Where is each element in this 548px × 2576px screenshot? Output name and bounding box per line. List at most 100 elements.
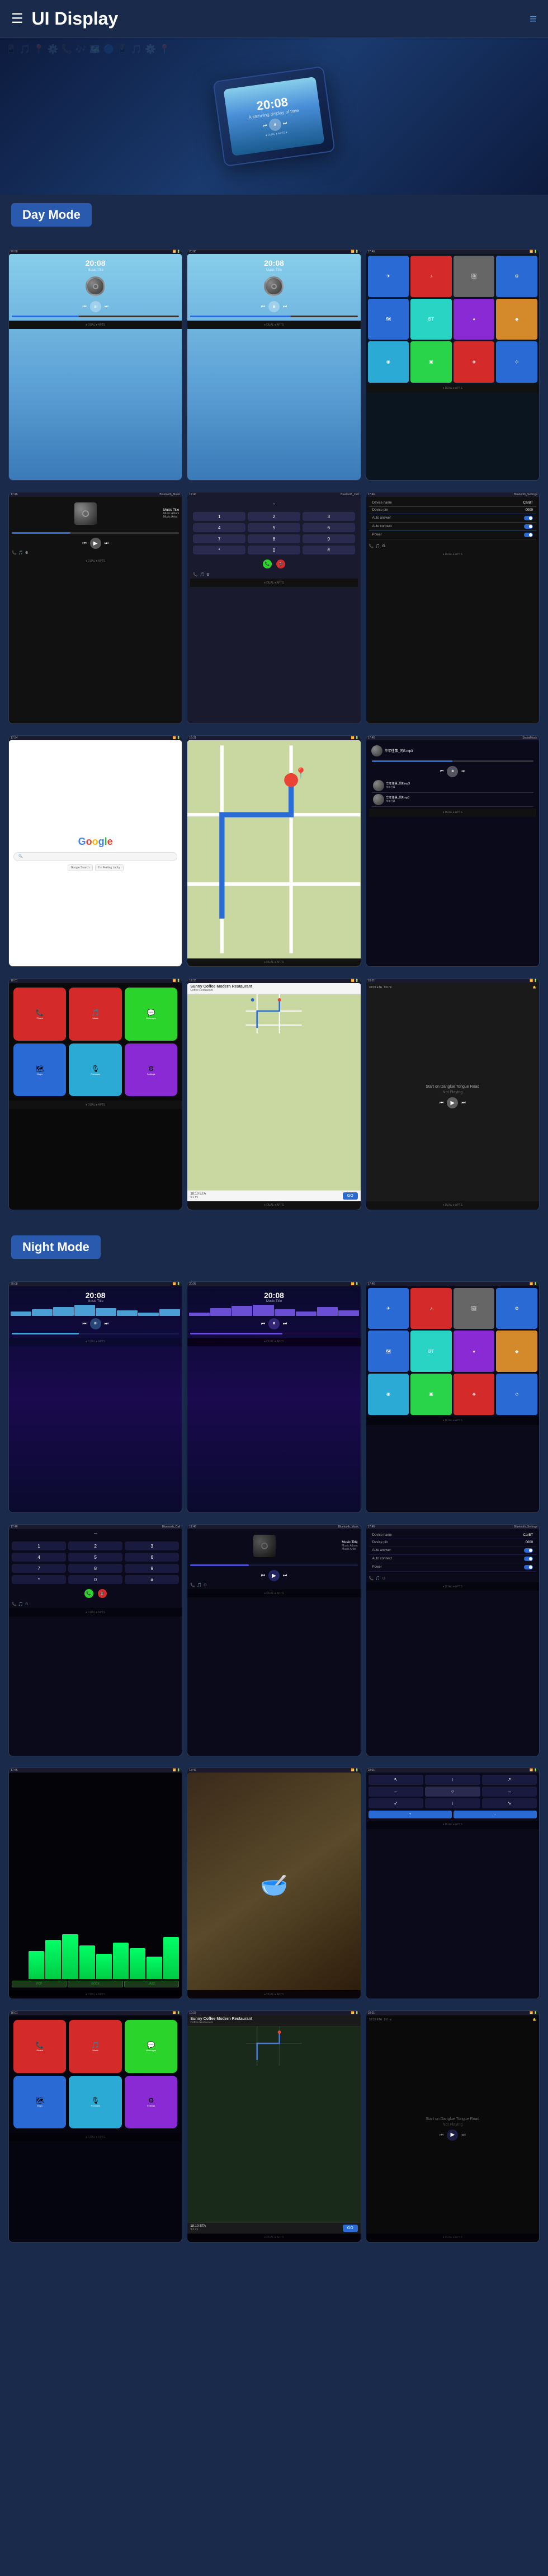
prev-icon[interactable]: ⏮ [82,304,86,309]
feeling-lucky-btn[interactable]: I'm Feeling Lucky [95,864,124,871]
night-app-8[interactable]: ◇ [496,1374,537,1415]
google-search-bar[interactable]: 🔍 [13,852,177,861]
night-num-hash[interactable]: # [125,1575,179,1584]
eq-btn-2[interactable]: ROCK [68,1981,122,1987]
night-app-photos[interactable]: 🖼 [453,1288,495,1329]
night-app-4[interactable]: ◆ [496,1331,537,1372]
night-num-8[interactable]: 8 [68,1564,122,1573]
zoom-out-btn[interactable]: - [453,1811,537,1818]
settings-power[interactable]: Power [369,531,536,539]
night-num-1[interactable]: 1 [12,1541,66,1550]
night-num-7[interactable]: 7 [12,1564,66,1573]
night-app-5[interactable]: ◉ [368,1374,409,1415]
night-num-3[interactable]: 3 [125,1541,179,1550]
arrow-up-left[interactable]: ↖ [369,1775,423,1785]
night-app-7[interactable]: ◈ [453,1374,495,1415]
num-3[interactable]: 3 [303,512,355,521]
arrow-left[interactable]: ← [369,1787,423,1797]
arrow-down-left[interactable]: ↙ [369,1798,423,1808]
night-carplay-settings[interactable]: ⚙ Settings [125,2076,177,2128]
carplay-podcasts[interactable]: 🎙 Podcasts [69,1043,121,1096]
end-call-button[interactable]: 📵 [276,560,285,568]
night-end-btn[interactable]: 📵 [98,1589,107,1598]
night-app-music[interactable]: ♪ [410,1288,452,1329]
night-auto-connect-toggle[interactable] [524,1557,533,1561]
num-star[interactable]: * [193,546,245,554]
num-5[interactable]: 5 [248,523,300,532]
night-app-map[interactable]: 🗺 [368,1331,409,1372]
night-num-5[interactable]: 5 [68,1553,122,1562]
night-app-bt[interactable]: BT [410,1331,452,1372]
night-app-6[interactable]: ▣ [410,1374,452,1415]
zoom-in-btn[interactable]: + [369,1811,452,1818]
settings-auto-answer[interactable]: Auto answer [369,514,536,523]
playback-controls-1[interactable]: ⏮ ⏸ ⏭ [9,301,182,312]
night-playback-2[interactable]: ⏮ ⏸ ⏭ [187,1318,360,1329]
night-app-telegram[interactable]: ✈ [368,1288,409,1329]
google-search-btn[interactable]: Google Search [68,864,93,871]
app-icon-music[interactable]: ♪ [410,256,452,297]
night-call-buttons[interactable]: 📞 📵 [9,1587,182,1600]
night-carplay-controls[interactable]: ⏮ ▶ ⏭ [440,2130,465,2141]
arrow-down[interactable]: ↓ [425,1798,480,1808]
power-toggle[interactable] [524,533,533,537]
song-item-2[interactable]: 华年往事_同F.mp3 华年往事 [372,793,533,807]
auto-connect-toggle[interactable] [524,524,533,529]
app-icon-settings[interactable]: ⚙ [496,256,537,297]
night-power-toggle[interactable] [524,1565,533,1569]
eq-btn-1[interactable]: POP [12,1981,67,1987]
num-hash[interactable]: # [303,546,355,554]
menu-icon[interactable]: ☰ [11,11,23,27]
app-icon-8[interactable]: ◇ [496,341,537,383]
night-app-3[interactable]: ♦ [453,1331,495,1372]
call-buttons[interactable]: 📞 📵 [190,557,357,571]
app-icon-map[interactable]: 🗺 [368,299,409,340]
social-controls[interactable]: ⏮ ⏸ ⏭ [369,766,536,777]
night-num-2[interactable]: 2 [68,1541,122,1550]
bt-playback-controls[interactable]: ⏮ ▶ ⏭ [9,538,182,549]
arrow-controls-section[interactable]: ↖ ↑ ↗ ← ○ → ↙ ↓ ↘ + - [366,1773,539,1821]
call-button[interactable]: 📞 [263,560,272,568]
night-num-star[interactable]: * [12,1575,66,1584]
go-button[interactable]: GO [343,1192,358,1200]
app-icon-5[interactable]: ◉ [368,341,409,383]
night-numpad[interactable]: 1 2 3 4 5 6 7 8 9 * 0 # [9,1539,182,1587]
next-icon[interactable]: ⏭ [105,304,108,309]
play-button-2[interactable]: ⏸ [268,301,280,312]
auto-answer-toggle[interactable] [524,516,533,520]
night-playback-1[interactable]: ⏮ ⏸ ⏭ [9,1318,182,1329]
next-icon-2[interactable]: ⏭ [283,304,287,309]
night-carplay-music[interactable]: 🎵 Music [69,2020,121,2072]
arrow-right[interactable]: → [482,1787,537,1797]
night-num-0[interactable]: 0 [68,1575,122,1584]
settings-auto-connect[interactable]: Auto connect [369,523,536,531]
night-num-6[interactable]: 6 [125,1553,179,1562]
num-7[interactable]: 7 [193,534,245,543]
app-icon-photos[interactable]: 🖼 [453,256,495,297]
night-settings-auto-connect[interactable]: Auto connect [369,1555,536,1563]
bt-play[interactable]: ▶ [90,538,101,549]
night-go-button[interactable]: GO [343,2225,358,2232]
night-carplay-podcasts[interactable]: 🎙 Podcasts [69,2076,121,2128]
app-icon-7[interactable]: ◈ [453,341,495,383]
app-icon-4[interactable]: ◆ [496,299,537,340]
carplay-phone[interactable]: 📞 Phone [13,988,66,1040]
app-icon-bt[interactable]: BT [410,299,452,340]
num-4[interactable]: 4 [193,523,245,532]
eq-bottom-btns[interactable]: POP ROCK JAZZ [12,1981,179,1987]
carplay-messages[interactable]: 💬 Messages [125,988,177,1040]
app-icon-telegram[interactable]: ✈ [368,256,409,297]
night-num-9[interactable]: 9 [125,1564,179,1573]
carplay-music[interactable]: 🎵 Music [69,988,121,1040]
night-settings-power[interactable]: Power [369,1563,536,1572]
play-button-1[interactable]: ⏸ [90,301,101,312]
num-6[interactable]: 6 [303,523,355,532]
arrow-up-right[interactable]: ↗ [482,1775,537,1785]
prev-icon-2[interactable]: ⏮ [261,304,265,309]
night-carplay-maps[interactable]: 🗺 Maps [13,2076,66,2128]
playback-controls-2[interactable]: ⏮ ⏸ ⏭ [187,301,360,312]
night-app-settings[interactable]: ⚙ [496,1288,537,1329]
app-icon-6[interactable]: ▣ [410,341,452,383]
carplay-maps[interactable]: 🗺 Maps [13,1043,66,1096]
carplay-music-controls[interactable]: ⏮ ▶ ⏭ [440,1097,465,1108]
